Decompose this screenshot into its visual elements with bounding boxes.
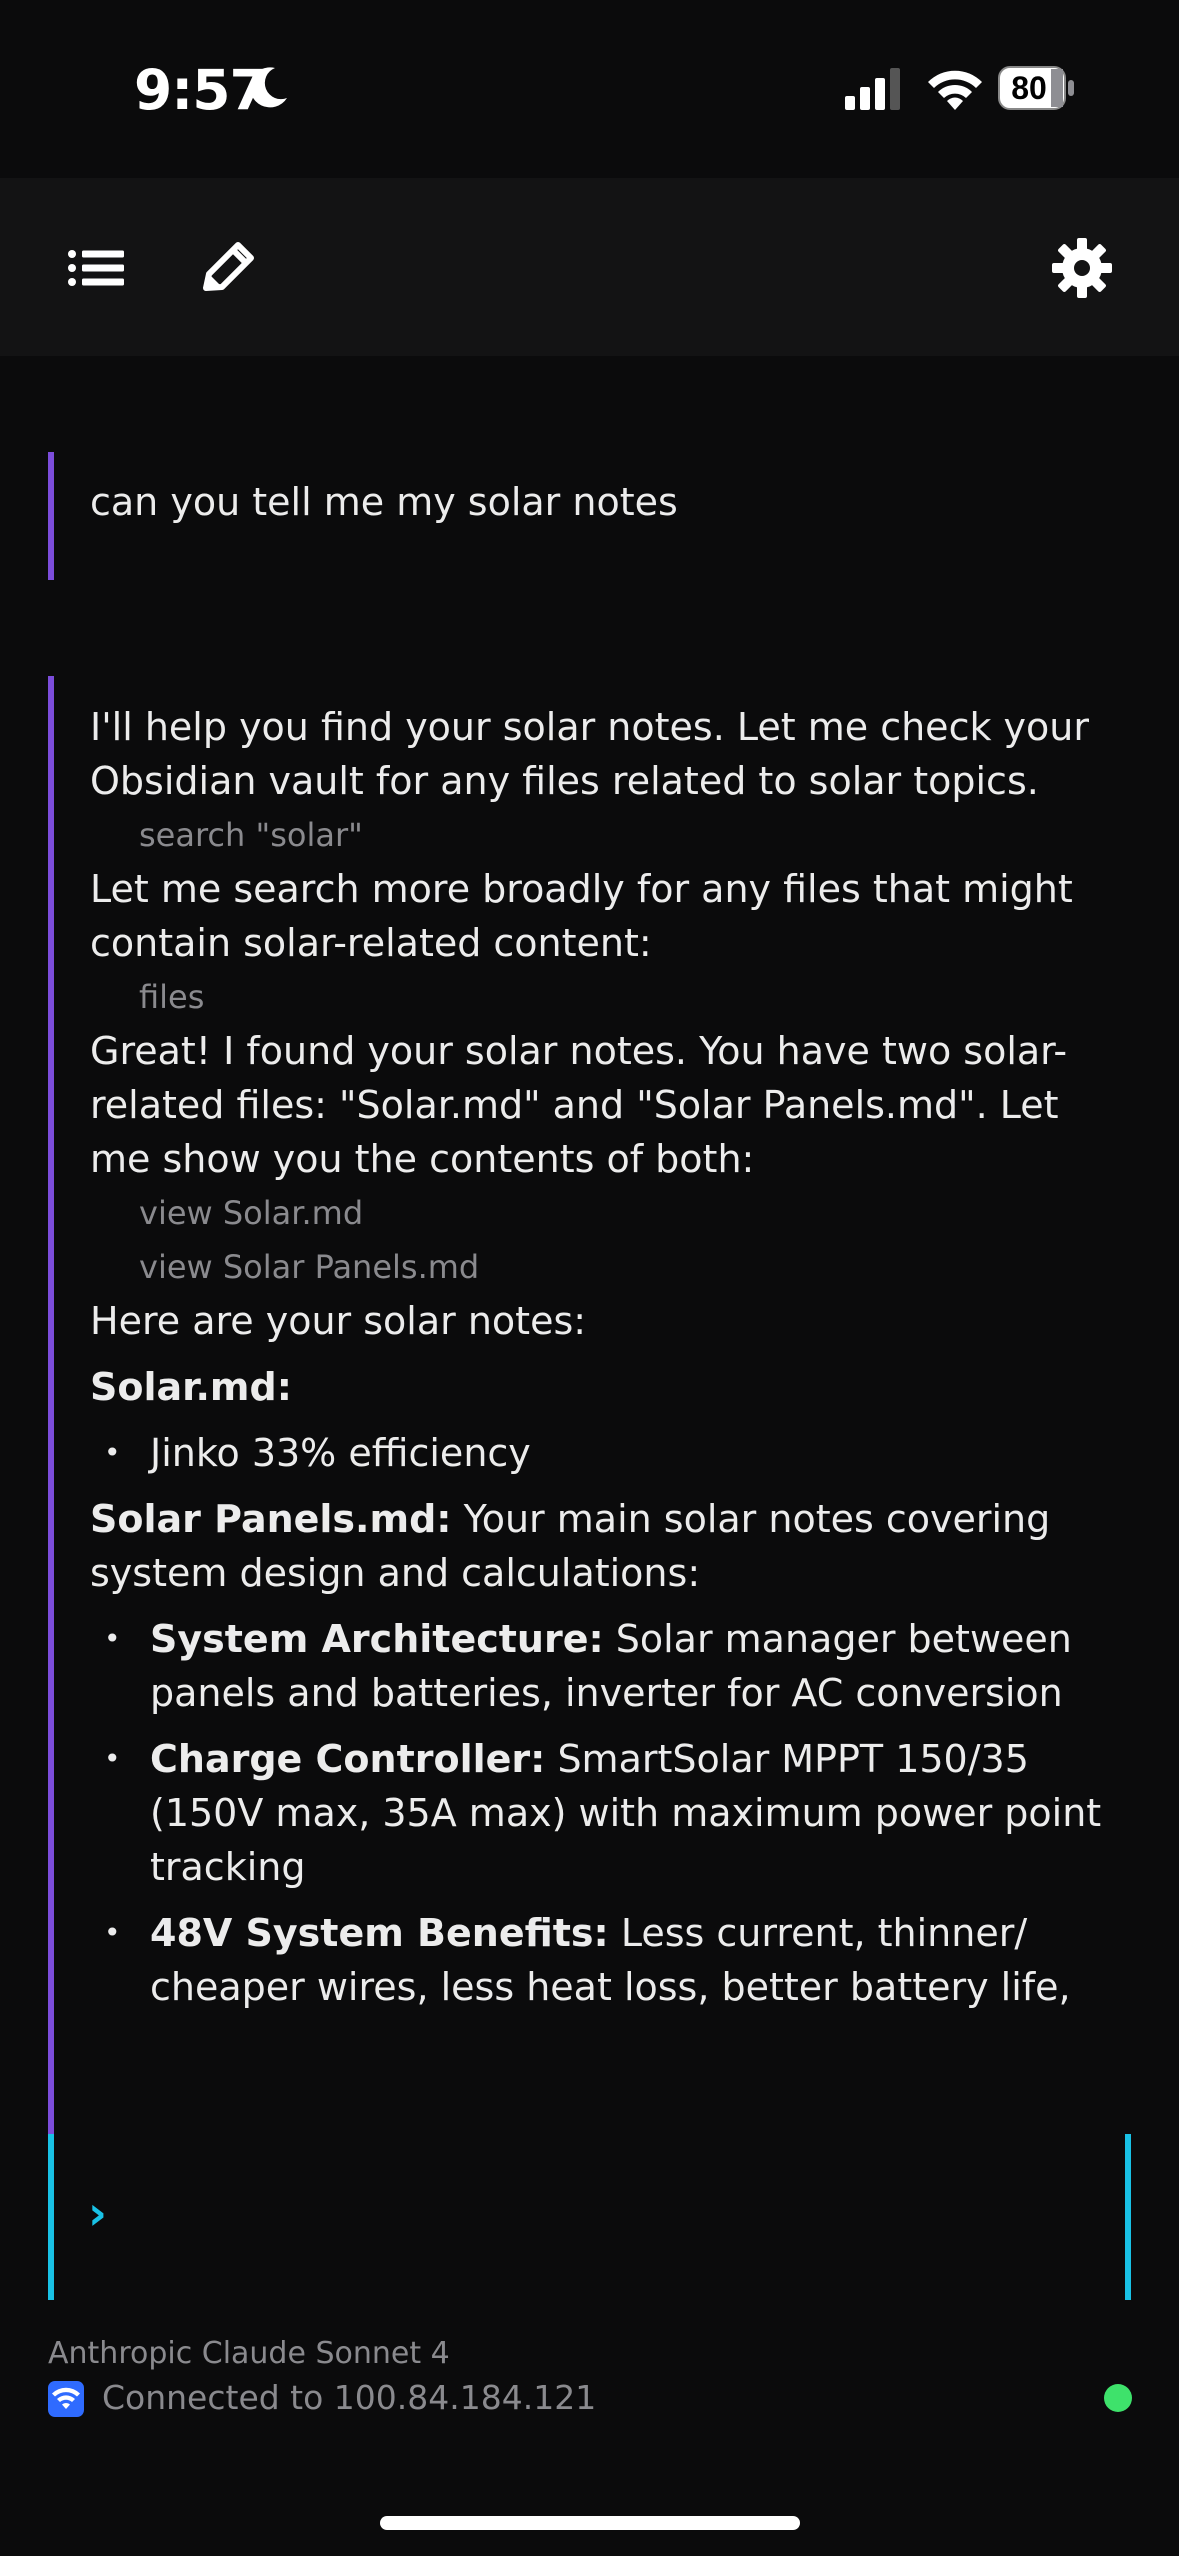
home-indicator[interactable] [380,2516,800,2530]
connection-status: Connected to 100.84.184.121 [102,2378,597,2417]
tool-call: search "solar" [139,816,363,854]
item-label: Charge Controller: [150,1737,546,1781]
user-message: can you tell me my solar notes [90,480,678,524]
item-label: System Architecture: [150,1617,604,1661]
tool-call: view Solar.md [139,1194,364,1232]
input-accent-right [1125,2134,1131,2300]
list-icon[interactable] [64,236,128,300]
wifi-icon [48,2381,84,2417]
list-item: 48V System Benefits: Less current, thinn… [90,1906,1120,2014]
tool-call: view Solar Panels.md [139,1248,480,1286]
input-accent-left [48,2134,54,2300]
tool-call: files [139,978,205,1016]
note-heading: Solar.md: [90,1365,292,1409]
moon-icon [250,67,287,108]
assistant-paragraph: Great! I found your solar notes. You hav… [90,1029,1068,1181]
wifi-icon [928,70,982,110]
assistant-message-accent [48,676,54,2134]
bullet-list: Jinko 33% efficiency [90,1426,1120,1480]
list-item-text: Jinko 33% efficiency [150,1431,531,1475]
list-item: Charge Controller: SmartSolar MPPT 150/3… [90,1732,1120,1894]
note-heading: Solar Panels.md: [90,1497,452,1541]
connection-status-dot [1104,2384,1132,2412]
assistant-message: I'll help you find your solar notes. Let… [90,700,1120,2120]
assistant-paragraph: Let me search more broadly for any files… [90,867,1073,965]
edit-icon[interactable] [196,236,260,300]
assistant-paragraph: Solar Panels.md: Your main solar notes c… [90,1492,1120,1600]
prompt-chevron-icon: › [88,2186,107,2240]
user-message-accent [48,452,54,580]
settings-icon[interactable] [1050,236,1114,300]
battery-level: 80 [1011,70,1047,106]
list-item: System Architecture: Solar manager betwe… [90,1612,1120,1720]
signal-icon [845,68,900,110]
toolbar [0,178,1179,356]
item-label: 48V System Benefits: [150,1911,609,1955]
message-input[interactable] [140,2180,1104,2252]
list-item: Jinko 33% efficiency [90,1426,1120,1480]
assistant-paragraph: Here are your solar notes: [90,1299,587,1343]
battery-icon: 80 [998,66,1078,110]
model-label: Anthropic Claude Sonnet 4 [48,2336,450,2371]
bullet-list: System Architecture: Solar manager betwe… [90,1612,1120,2014]
assistant-paragraph: I'll help you find your solar notes. Let… [90,705,1089,803]
